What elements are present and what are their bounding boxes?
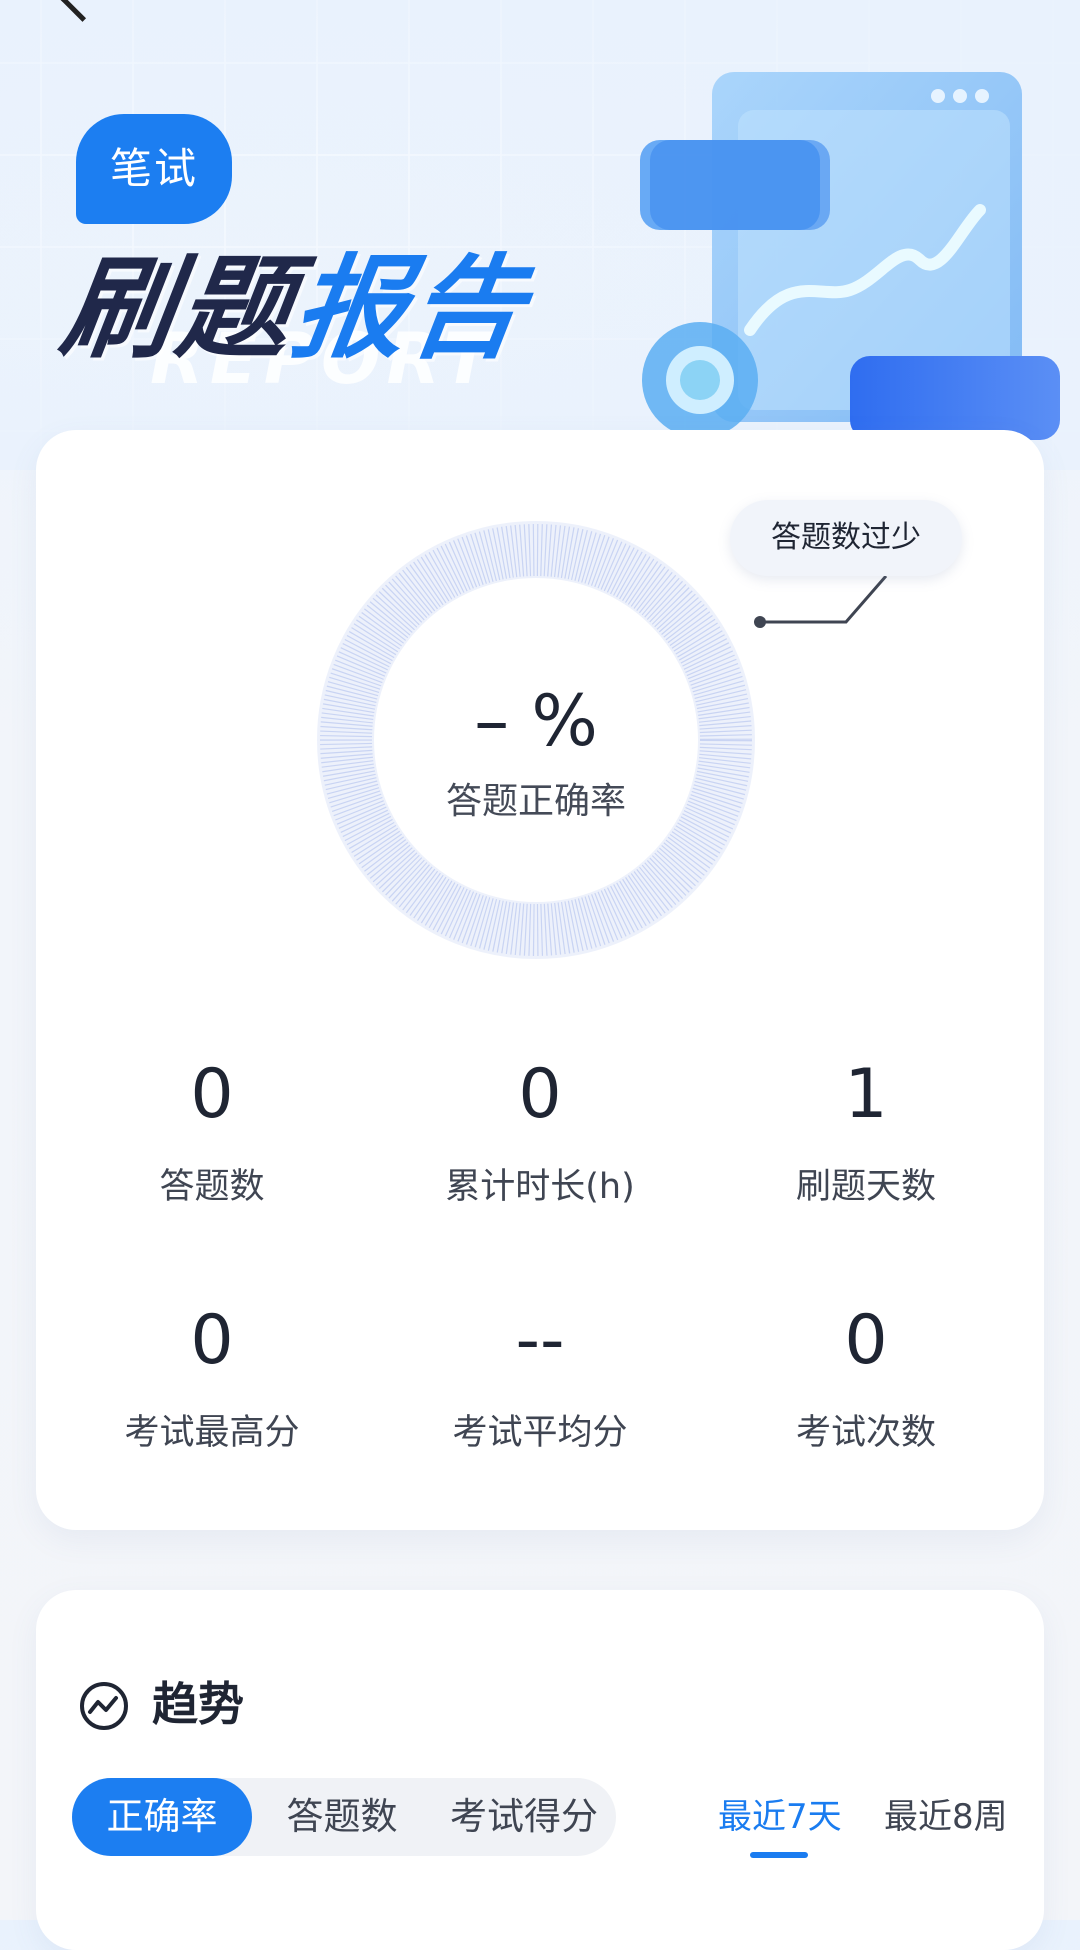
stat-label: 累计时长(h) xyxy=(445,1167,635,1207)
trend-title: 趋势 xyxy=(152,1677,244,1731)
trend-line-icon xyxy=(88,1696,118,1714)
stat-label: 考试平均分 xyxy=(452,1413,628,1453)
tab-exam-score[interactable]: 考试得分 xyxy=(432,1778,616,1856)
stat-value: 0 xyxy=(190,1055,234,1134)
trend-metric-tabs: 正确率 答题数 考试得分 xyxy=(72,1778,616,1856)
exam-type-tag: 笔试 xyxy=(76,114,232,224)
accuracy-ring: – % 答题正确率 xyxy=(316,520,756,960)
stat-value: 0 xyxy=(844,1301,888,1380)
stat-value: 0 xyxy=(518,1055,562,1134)
stat-value: 0 xyxy=(190,1301,234,1380)
low-answer-count-tip: 答题数过少 xyxy=(730,500,962,576)
stat-label: 考试次数 xyxy=(795,1413,936,1453)
stat-exam-count: 0 考试次数 xyxy=(716,1296,1016,1455)
stat-label: 考试最高分 xyxy=(124,1413,300,1453)
stat-label: 刷题天数 xyxy=(795,1167,936,1207)
stat-average-score: -- 考试平均分 xyxy=(390,1296,690,1455)
stat-practice-days: 1 刷题天数 xyxy=(716,1050,1016,1209)
accuracy-value: – % xyxy=(474,680,598,762)
range-last-7-days[interactable]: 最近7天 xyxy=(718,1778,842,1856)
trend-icon xyxy=(80,1682,128,1730)
page-title-dark: 刷题 xyxy=(53,244,304,374)
range-last-8-weeks[interactable]: 最近8周 xyxy=(884,1778,1008,1856)
stat-value: -- xyxy=(515,1301,565,1380)
active-range-indicator xyxy=(750,1852,808,1858)
tab-answer-count[interactable]: 答题数 xyxy=(252,1778,432,1856)
report-summary-card: – % 答题正确率 答题数过少 0 答题数 0 累计时长(h) 1 刷题天数 0… xyxy=(36,430,1044,1530)
report-illustration xyxy=(640,72,1060,440)
stat-highest-score: 0 考试最高分 xyxy=(62,1296,362,1455)
stat-value: 1 xyxy=(844,1055,888,1134)
tab-accuracy[interactable]: 正确率 xyxy=(72,1778,252,1856)
stat-answer-count: 0 答题数 xyxy=(62,1050,362,1209)
page-title: 刷题报告 xyxy=(53,218,540,380)
trend-card: 趋势 正确率 答题数 考试得分 最近7天 最近8周 xyxy=(36,1590,1044,1950)
stat-label: 答题数 xyxy=(159,1167,265,1207)
tip-leader-line xyxy=(754,575,888,628)
stat-total-hours: 0 累计时长(h) xyxy=(390,1050,690,1209)
page-title-blue: 报告 xyxy=(285,244,536,374)
accuracy-label: 答题正确率 xyxy=(445,781,626,822)
